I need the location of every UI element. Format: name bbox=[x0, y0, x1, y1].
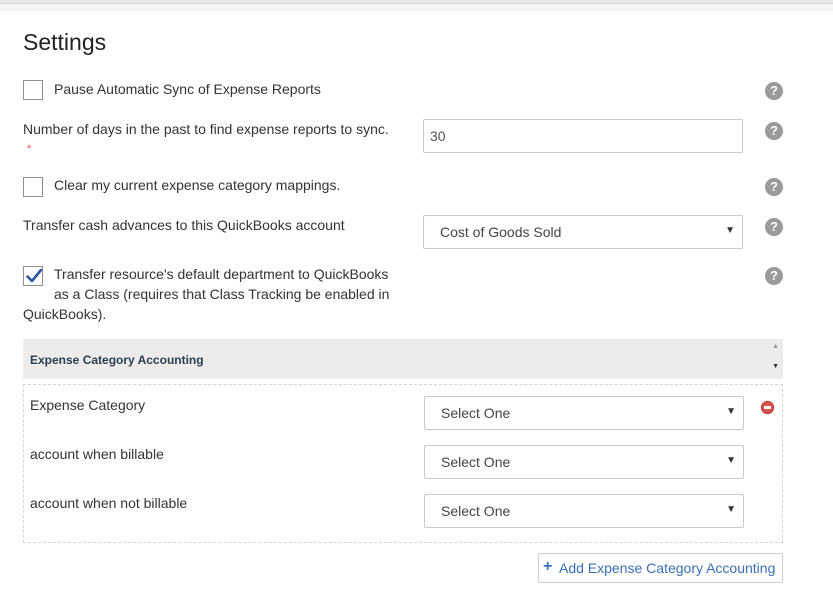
clear-mappings-checkbox[interactable] bbox=[23, 177, 43, 197]
transfer-department-checkbox[interactable] bbox=[23, 266, 43, 286]
question-circle-icon[interactable]: ? bbox=[765, 267, 783, 285]
clear-mappings-label: Clear my current expense category mappin… bbox=[54, 177, 341, 193]
expense-category-group: Expense Category Select One ▼ account wh… bbox=[23, 384, 783, 543]
chevron-down-icon: ▼ bbox=[725, 225, 735, 236]
chevron-down-icon: ▼ bbox=[726, 455, 736, 466]
transfer-department-label-line2: as a Class (requires that Class Tracking… bbox=[54, 286, 390, 302]
question-circle-icon[interactable]: ? bbox=[765, 82, 783, 100]
plus-icon: + bbox=[543, 558, 553, 575]
cash-advances-label: Transfer cash advances to this QuickBook… bbox=[23, 217, 345, 233]
expense-section-header: Expense Category Accounting ▲ ▼ bbox=[23, 339, 783, 379]
days-past-label: Number of days in the past to find expen… bbox=[23, 121, 389, 137]
cash-advances-select[interactable]: Cost of Goods Sold ▼ bbox=[423, 215, 743, 249]
expense-category-label: Expense Category bbox=[30, 397, 146, 413]
not-billable-account-select[interactable]: Select One ▼ bbox=[424, 494, 744, 528]
transfer-department-label-line3: QuickBooks). bbox=[23, 306, 107, 322]
question-circle-icon[interactable]: ? bbox=[765, 178, 783, 196]
chevron-down-icon: ▼ bbox=[726, 406, 736, 417]
top-bar bbox=[0, 0, 833, 4]
scroll-up-icon[interactable]: ▲ bbox=[772, 343, 779, 350]
expense-category-selected: Select One bbox=[441, 405, 511, 421]
scroll-down-icon[interactable]: ▼ bbox=[772, 363, 779, 370]
transfer-department-label-line1: Transfer resource's default department t… bbox=[54, 266, 389, 282]
question-circle-icon[interactable]: ? bbox=[765, 218, 783, 236]
not-billable-account-label: account when not billable bbox=[30, 495, 188, 511]
expense-section-title: Expense Category Accounting bbox=[30, 353, 204, 367]
add-expense-category-label: Add Expense Category Accounting bbox=[559, 560, 776, 576]
checkmark-icon bbox=[26, 268, 43, 283]
cash-advances-selected: Cost of Goods Sold bbox=[440, 224, 562, 240]
billable-account-label: account when billable bbox=[30, 446, 164, 462]
settings-panel: Settings Pause Automatic Sync of Expense… bbox=[0, 11, 833, 591]
page-title: Settings bbox=[23, 29, 107, 55]
pause-sync-label: Pause Automatic Sync of Expense Reports bbox=[54, 81, 321, 97]
minus-circle-icon[interactable] bbox=[761, 401, 774, 414]
expense-category-select[interactable]: Select One ▼ bbox=[424, 396, 744, 430]
billable-account-selected: Select One bbox=[441, 454, 511, 470]
chevron-down-icon: ▼ bbox=[726, 504, 736, 515]
billable-account-select[interactable]: Select One ▼ bbox=[424, 445, 744, 479]
days-past-input[interactable] bbox=[423, 119, 743, 153]
required-mark: * bbox=[27, 143, 32, 155]
pause-sync-checkbox[interactable] bbox=[23, 80, 43, 100]
not-billable-account-selected: Select One bbox=[441, 503, 511, 519]
question-circle-icon[interactable]: ? bbox=[765, 122, 783, 140]
add-expense-category-button[interactable]: + Add Expense Category Accounting bbox=[538, 553, 783, 583]
